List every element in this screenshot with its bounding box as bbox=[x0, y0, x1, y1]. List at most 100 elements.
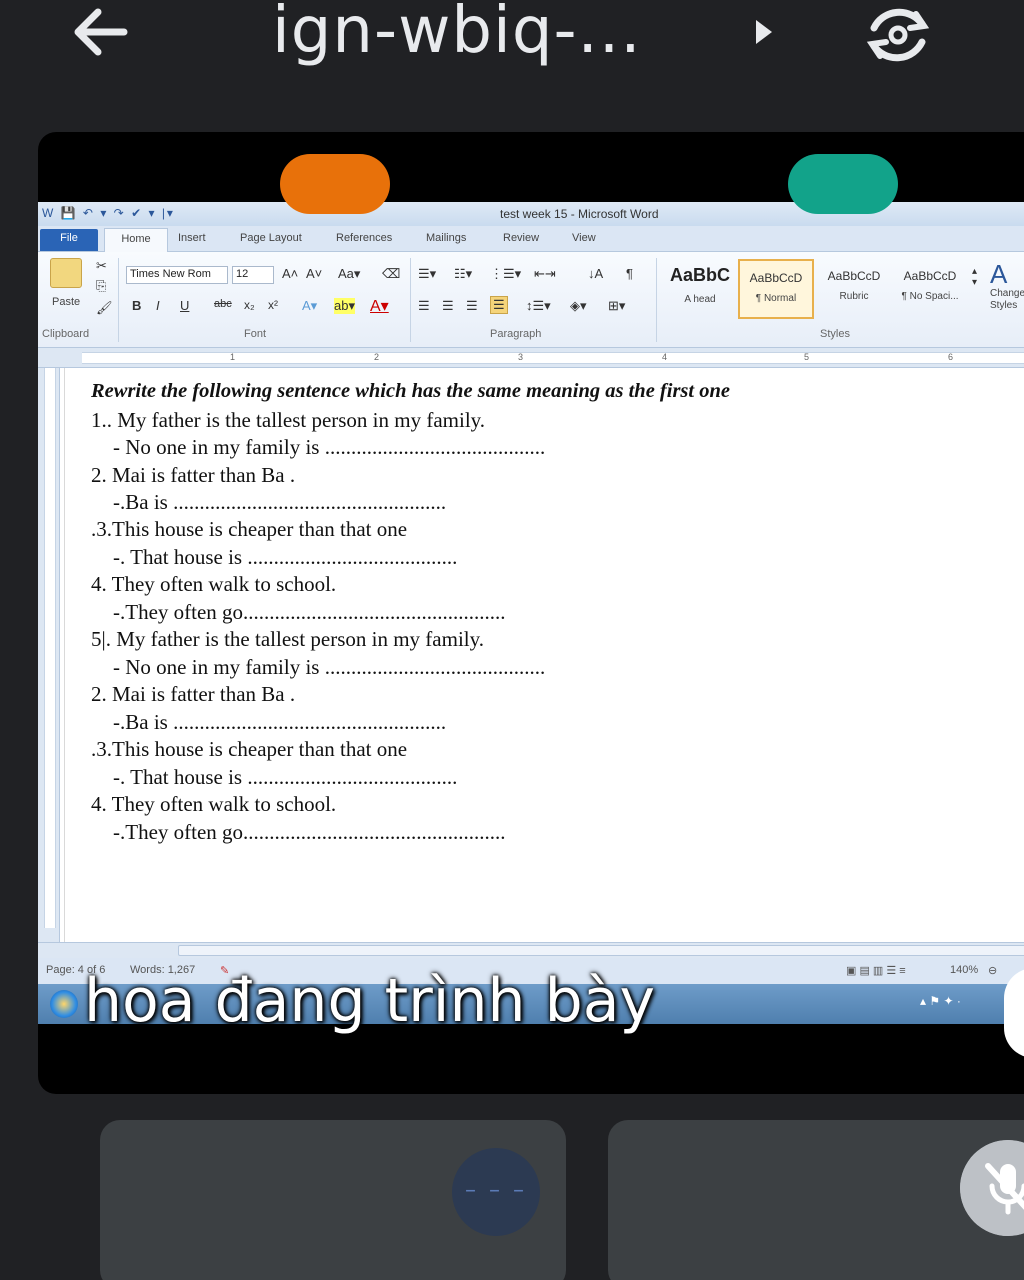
sort-icon[interactable]: ↓A bbox=[588, 266, 603, 281]
scroll-thumb[interactable] bbox=[178, 945, 1024, 956]
copy-icon[interactable]: ⎘ bbox=[96, 278, 106, 294]
exercise-line: -.They often go.........................… bbox=[113, 600, 506, 624]
ruler-number: 5 bbox=[804, 352, 810, 362]
style-a-head[interactable]: AaBbC A head bbox=[662, 259, 738, 319]
meet-top-bar: ign-wbiq-... bbox=[0, 0, 1024, 110]
font-size-select[interactable]: 12 bbox=[232, 266, 274, 284]
line-spacing-icon[interactable]: ↕☰▾ bbox=[526, 298, 551, 314]
exercise-line: - No one in my family is ...............… bbox=[113, 435, 546, 459]
ribbon-tabs: File Home Insert Page Layout References … bbox=[38, 226, 1024, 253]
tab-home[interactable]: Home bbox=[104, 228, 168, 253]
document-heading: Rewrite the following sentence which has… bbox=[91, 380, 730, 402]
style-sample: AaBbC bbox=[669, 265, 730, 285]
exercise-line: 1.. My father is the tallest person in m… bbox=[91, 408, 486, 432]
change-styles-label: Change Styles bbox=[990, 288, 1024, 311]
tab-view[interactable]: View bbox=[572, 232, 596, 244]
exercise-line: -.Ba is ................................… bbox=[113, 710, 447, 734]
style-name: ¶ No Spaci... bbox=[901, 291, 959, 302]
ruler-number: 2 bbox=[374, 352, 380, 362]
paste-icon[interactable] bbox=[50, 258, 82, 288]
group-divider bbox=[118, 258, 119, 342]
exercise-line: 5|. My father is the tallest person in m… bbox=[91, 627, 485, 651]
strikethrough-icon[interactable]: abc bbox=[214, 298, 232, 310]
ruler-number: 6 bbox=[948, 352, 954, 362]
styles-more-icon[interactable]: ▴ ▾ bbox=[972, 266, 977, 288]
style-sample: AaBbCcD bbox=[903, 269, 957, 283]
tab-page-layout[interactable]: Page Layout bbox=[240, 232, 302, 244]
paragraph-group-label: Paragraph bbox=[490, 328, 542, 340]
style-sample: AaBbCcD bbox=[749, 271, 803, 285]
view-buttons-icon[interactable]: ▣ ▤ ▥ ☰ ≡ bbox=[846, 964, 906, 977]
exercise-line: 2. Mai is fatter than Ba . bbox=[91, 463, 296, 487]
document-page[interactable]: Rewrite the following sentence which has… bbox=[64, 368, 1024, 942]
horizontal-ruler[interactable]: 1 2 3 4 5 6 bbox=[38, 348, 1024, 368]
rotate-screen-icon[interactable] bbox=[858, 0, 938, 70]
font-color-icon[interactable]: A▾ bbox=[370, 296, 389, 316]
participant-tile[interactable] bbox=[608, 1120, 1024, 1280]
ruler-number: 4 bbox=[662, 352, 668, 362]
shrink-font-icon[interactable]: A˅ bbox=[306, 266, 322, 281]
tab-file[interactable]: File bbox=[40, 229, 98, 251]
justify-icon[interactable]: ☰ bbox=[490, 296, 508, 314]
bullets-icon[interactable]: ☰▾ bbox=[418, 266, 436, 282]
ruler-number: 3 bbox=[518, 352, 524, 362]
indent-icon[interactable]: ⇤⇥ bbox=[534, 266, 556, 282]
change-styles-button[interactable]: A Change Styles bbox=[990, 260, 1024, 312]
underline-icon[interactable]: U bbox=[180, 298, 189, 313]
zoom-out-icon[interactable]: ⊖ bbox=[988, 964, 997, 977]
font-name-select[interactable]: Times New Rom bbox=[126, 266, 228, 284]
screen-share-card: W 💾 ↶ ▾ ↷ ✔ ▾ |▾ test week 15 - Microsof… bbox=[38, 132, 1024, 1094]
exercise-line: -. That house is .......................… bbox=[113, 545, 458, 569]
italic-icon[interactable]: I bbox=[156, 298, 160, 313]
text-effects-icon[interactable]: A▾ bbox=[302, 298, 317, 314]
exercise-line: -.They often go.........................… bbox=[113, 820, 506, 844]
start-button-icon[interactable] bbox=[50, 990, 78, 1018]
highlight-icon[interactable]: ab▾ bbox=[334, 298, 355, 314]
font-group-label: Font bbox=[244, 328, 267, 340]
change-case-icon[interactable]: Aa▾ bbox=[338, 266, 360, 282]
meeting-title[interactable]: ign-wbiq-... bbox=[272, 0, 642, 68]
style-rubric[interactable]: AaBbCcD Rubric bbox=[816, 259, 892, 319]
document-title: test week 15 - Microsoft Word bbox=[500, 207, 659, 221]
ruler-number: 1 bbox=[230, 352, 236, 362]
align-right-icon[interactable]: ☰ bbox=[466, 298, 478, 314]
paste-button[interactable]: Paste bbox=[52, 296, 80, 308]
align-center-icon[interactable]: ☰ bbox=[442, 298, 454, 314]
tab-review[interactable]: Review bbox=[503, 232, 539, 244]
participant-tile[interactable]: – – – bbox=[100, 1120, 566, 1280]
caret-right-icon[interactable] bbox=[752, 14, 776, 50]
tab-insert[interactable]: Insert bbox=[178, 232, 206, 244]
align-left-icon[interactable]: ☰ bbox=[418, 298, 430, 314]
tab-references[interactable]: References bbox=[336, 232, 392, 244]
avatar bbox=[788, 154, 898, 214]
multilevel-list-icon[interactable]: ⋮☰▾ bbox=[490, 266, 521, 282]
system-tray-icons[interactable]: ▴ ⚑ ✦ · bbox=[920, 994, 961, 1008]
quick-access-toolbar[interactable]: W 💾 ↶ ▾ ↷ ✔ ▾ |▾ bbox=[42, 206, 175, 220]
clear-format-icon[interactable]: ⌫ bbox=[382, 266, 400, 282]
ruler-strip: 1 2 3 4 5 6 bbox=[82, 352, 1024, 364]
cut-icon[interactable]: ✂ bbox=[96, 258, 107, 274]
exercise-line: -. That house is .......................… bbox=[113, 765, 458, 789]
superscript-icon[interactable]: x² bbox=[268, 298, 278, 312]
numbering-icon[interactable]: ☷▾ bbox=[454, 266, 472, 282]
presenting-caption: hoa đang trình bày bbox=[84, 966, 655, 1036]
style-normal[interactable]: AaBbCcD ¶ Normal bbox=[738, 259, 814, 319]
subscript-icon[interactable]: x₂ bbox=[244, 298, 255, 312]
zoom-level[interactable]: 140% bbox=[950, 964, 978, 976]
word-window: W 💾 ↶ ▾ ↷ ✔ ▾ |▾ test week 15 - Microsof… bbox=[38, 202, 1024, 1024]
bold-icon[interactable]: B bbox=[132, 298, 141, 313]
back-arrow-icon[interactable] bbox=[66, 2, 136, 62]
style-no-spacing[interactable]: AaBbCcD ¶ No Spaci... bbox=[892, 259, 968, 319]
tab-mailings[interactable]: Mailings bbox=[426, 232, 466, 244]
horizontal-scrollbar[interactable] bbox=[38, 942, 1024, 958]
vertical-ruler[interactable] bbox=[38, 368, 60, 942]
pilcrow-icon[interactable]: ¶ bbox=[626, 266, 633, 281]
grow-font-icon[interactable]: A˄ bbox=[282, 266, 298, 281]
shading-icon[interactable]: ◈▾ bbox=[570, 298, 587, 314]
borders-icon[interactable]: ⊞▾ bbox=[608, 298, 625, 314]
avatar bbox=[280, 154, 390, 214]
format-painter-icon[interactable]: 🖌 bbox=[96, 300, 113, 316]
style-sample: AaBbCcD bbox=[827, 269, 881, 283]
style-name: A head bbox=[684, 294, 716, 305]
ribbon-home: Paste ✂ ⎘ 🖌 Clipboard Times New Rom 12 A… bbox=[38, 252, 1024, 348]
